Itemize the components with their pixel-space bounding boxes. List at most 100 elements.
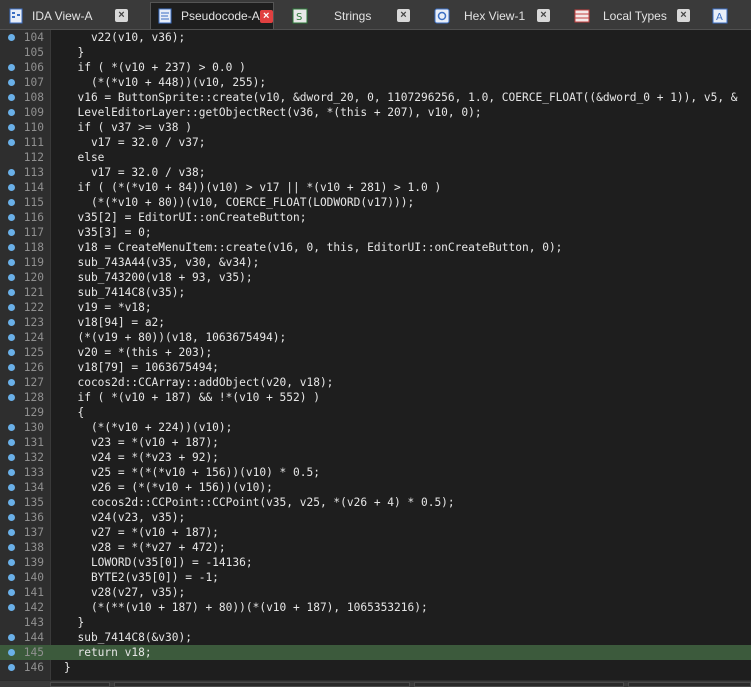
code-line[interactable]: 113 v17 = 32.0 / v38; [0,165,751,180]
code-line[interactable]: 134 v26 = (*(*v10 + 156))(v10); [0,480,751,495]
code-line[interactable]: 135 cocos2d::CCPoint::CCPoint(v35, v25, … [0,495,751,510]
breakpoint-dot-icon[interactable] [8,364,15,371]
breakpoint-dot-icon[interactable] [8,304,15,311]
code-line[interactable]: 129 { [0,405,751,420]
bottom-tab[interactable] [414,682,624,687]
breakpoint-dot-icon[interactable] [8,229,15,236]
code-line[interactable]: 125 v20 = *(this + 203); [0,345,751,360]
tab-script[interactable]: S [292,3,318,28]
pseudocode-editor[interactable]: 104 v22(v10, v36); 105 } 106 if ( *(v10 + … [0,30,751,680]
breakpoint-dot-icon[interactable] [8,334,15,341]
breakpoint-dot-icon[interactable] [8,604,15,611]
breakpoint-dot-icon[interactable] [8,319,15,326]
bottom-tab[interactable] [50,682,110,687]
breakpoint-dot-icon[interactable] [8,169,15,176]
code-line[interactable]: 133 v25 = *(*(*v10 + 156))(v10) * 0.5; [0,465,751,480]
code-line[interactable]: 132 v24 = *(*v23 + 92); [0,450,751,465]
breakpoint-dot-icon[interactable] [8,94,15,101]
breakpoint-dot-icon[interactable] [8,394,15,401]
breakpoint-dot-icon[interactable] [8,484,15,491]
breakpoint-dot-icon[interactable] [8,289,15,296]
breakpoint-dot-icon[interactable] [8,559,15,566]
code-line[interactable]: 106 if ( *(v10 + 237) > 0.0 ) [0,60,751,75]
code-line[interactable]: 116 v35[2] = EditorUI::onCreateButton; [0,210,751,225]
breakpoint-dot-icon[interactable] [8,34,15,41]
code-line[interactable]: 126 v18[79] = 1063675494; [0,360,751,375]
breakpoint-dot-icon[interactable] [8,649,15,656]
breakpoint-dot-icon[interactable] [8,664,15,671]
code-line[interactable]: 115 (*(*v10 + 80))(v10, COERCE_FLOAT(LOD… [0,195,751,210]
breakpoint-dot-icon[interactable] [8,184,15,191]
breakpoint-dot-icon[interactable] [8,589,15,596]
code-line[interactable]: 124 (*(v19 + 80))(v18, 1063675494); [0,330,751,345]
breakpoint-dot-icon[interactable] [8,454,15,461]
breakpoint-dot-icon[interactable] [8,514,15,521]
close-tab-icon[interactable]: × [677,9,690,22]
code-line[interactable]: 107 (*(*v10 + 448))(v10, 255); [0,75,751,90]
code-text: v18[94] = a2; [64,316,166,329]
tab-hex-view[interactable]: Hex View-1 × [434,3,550,28]
code-line[interactable]: 120 sub_743200(v18 + 93, v35); [0,270,751,285]
breakpoint-dot-icon[interactable] [8,64,15,71]
code-line[interactable]: 130 (*(*v10 + 224))(v10); [0,420,751,435]
code-line[interactable]: 110 if ( v37 >= v38 ) [0,120,751,135]
close-tab-icon[interactable]: × [115,9,128,22]
code-line[interactable]: 108 v16 = ButtonSprite::create(v10, &dwo… [0,90,751,105]
code-line[interactable]: 143 } [0,615,751,630]
tab-structures[interactable]: A [712,3,738,28]
breakpoint-dot-icon[interactable] [8,274,15,281]
code-line[interactable]: 127 cocos2d::CCArray::addObject(v20, v18… [0,375,751,390]
breakpoint-dot-icon[interactable] [8,469,15,476]
code-line[interactable]: 144 sub_7414C8(&v30); [0,630,751,645]
breakpoint-dot-icon[interactable] [8,634,15,641]
breakpoint-dot-icon[interactable] [8,349,15,356]
code-line[interactable]: 119 sub_743A44(v35, v30, &v34); [0,255,751,270]
tab-local-types[interactable]: Local Types × [574,3,690,28]
code-line[interactable]: 121 sub_7414C8(v35); [0,285,751,300]
code-line[interactable]: 118 v18 = CreateMenuItem::create(v16, 0,… [0,240,751,255]
code-line[interactable]: 122 v19 = *v18; [0,300,751,315]
breakpoint-dot-icon[interactable] [8,544,15,551]
close-tab-icon[interactable]: × [397,9,410,22]
breakpoint-dot-icon[interactable] [8,244,15,251]
code-line[interactable]: 145 return v18; [0,645,751,660]
code-line[interactable]: 139 LOWORD(v35[0]) = -14136; [0,555,751,570]
code-line[interactable]: 146} [0,660,751,675]
breakpoint-dot-icon[interactable] [8,379,15,386]
code-line[interactable]: 104 v22(v10, v36); [0,30,751,45]
code-line[interactable]: 112 else [0,150,751,165]
code-line[interactable]: 142 (*(**(v10 + 187) + 80))(*(v10 + 187)… [0,600,751,615]
code-line[interactable]: 137 v27 = *(v10 + 187); [0,525,751,540]
code-line[interactable]: 128 if ( *(v10 + 187) && !*(v10 + 552) ) [0,390,751,405]
code-line[interactable]: 141 v28(v27, v35); [0,585,751,600]
code-line[interactable]: 140 BYTE2(v35[0]) = -1; [0,570,751,585]
breakpoint-dot-icon[interactable] [8,574,15,581]
code-line[interactable]: 138 v28 = *(*v27 + 472); [0,540,751,555]
breakpoint-dot-icon[interactable] [8,439,15,446]
tab-ida-view[interactable]: IDA View-A × [8,3,132,28]
breakpoint-dot-icon[interactable] [8,79,15,86]
bottom-tab[interactable] [628,682,751,687]
breakpoint-dot-icon[interactable] [8,139,15,146]
breakpoint-dot-icon[interactable] [8,199,15,206]
code-line[interactable]: 131 v23 = *(v10 + 187); [0,435,751,450]
bottom-tab[interactable] [114,682,410,687]
breakpoint-dot-icon[interactable] [8,214,15,221]
breakpoint-dot-icon[interactable] [8,529,15,536]
tab-pseudocode[interactable]: Pseudocode-A × [150,2,274,29]
code-line[interactable]: 109 LevelEditorLayer::getObjectRect(v36,… [0,105,751,120]
tab-strings[interactable]: Strings × [334,3,410,28]
code-line[interactable]: 114 if ( (*(*v10 + 84))(v10) > v17 || *(… [0,180,751,195]
breakpoint-dot-icon[interactable] [8,499,15,506]
code-line[interactable]: 111 v17 = 32.0 / v37; [0,135,751,150]
close-tab-icon[interactable]: × [537,9,550,22]
breakpoint-dot-icon[interactable] [8,124,15,131]
breakpoint-dot-icon[interactable] [8,109,15,116]
breakpoint-dot-icon[interactable] [8,259,15,266]
code-line[interactable]: 123 v18[94] = a2; [0,315,751,330]
code-line[interactable]: 105 } [0,45,751,60]
breakpoint-dot-icon[interactable] [8,424,15,431]
code-line[interactable]: 117 v35[3] = 0; [0,225,751,240]
close-tab-icon[interactable]: × [259,9,273,23]
code-line[interactable]: 136 v24(v23, v35); [0,510,751,525]
